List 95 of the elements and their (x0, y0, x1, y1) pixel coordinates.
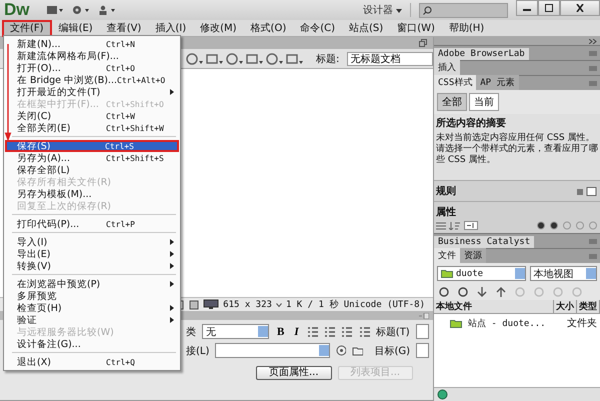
menu-item[interactable]: 站点(S) (342, 20, 390, 36)
menu-item[interactable]: 窗口(W) (390, 20, 442, 36)
mode-toggle[interactable]: 当前 (469, 93, 499, 111)
point-icon[interactable] (336, 345, 346, 356)
menu-item[interactable]: 编辑(E) (52, 20, 100, 36)
set-properties-icon[interactable] (464, 221, 478, 230)
column-header[interactable]: 本地文件 (434, 300, 554, 313)
title-label: 标题: (316, 52, 340, 66)
title-field[interactable]: 无标题文档 (347, 52, 433, 66)
menu-option[interactable]: 新建流体网格布局(F)... (14, 50, 180, 62)
menu-option[interactable]: 保存(S) Ctrl+S (5, 140, 179, 152)
maximize-button[interactable] (538, 0, 560, 16)
menu-item[interactable]: 查看(V) (100, 20, 148, 36)
panel-tab[interactable]: 文件 (434, 248, 460, 263)
submenu-arrow-icon (170, 89, 174, 95)
folder-icon (450, 318, 462, 328)
panel-tab[interactable]: AP 元素 (476, 75, 519, 90)
app-logo: Dw (4, 0, 30, 20)
menu-option[interactable]: 导出(E) (14, 248, 180, 260)
mode-toggle[interactable]: 全部 (437, 93, 467, 111)
view-select[interactable]: 本地视图 (530, 266, 597, 281)
heading-field[interactable] (416, 324, 429, 339)
panel-tab[interactable]: Business Catalyst (434, 236, 534, 248)
caret-icon (396, 9, 402, 13)
submenu-arrow-icon (170, 281, 174, 287)
site-select[interactable]: duote (437, 266, 526, 281)
menu-option[interactable]: 打开最近的文件(T) (14, 86, 180, 98)
layout-icon[interactable] (46, 5, 64, 15)
target-field[interactable] (416, 343, 429, 358)
search-icon (423, 6, 432, 14)
category-view-icon[interactable] (436, 222, 446, 230)
restore-icon[interactable] (419, 39, 427, 47)
menu-option[interactable]: 检查页(H) (14, 302, 180, 314)
menu-item[interactable]: 插入(I) (148, 20, 194, 36)
caret-icon[interactable] (276, 302, 282, 308)
bullet-list-icon[interactable] (306, 326, 318, 336)
menu-option[interactable]: 设计备注(G)... (14, 338, 180, 350)
sort-icon[interactable] (449, 222, 461, 230)
link-label: 接(L) (186, 344, 210, 358)
rules-title: 规则 (436, 184, 456, 198)
menu-option[interactable]: 保存全部(L) (14, 164, 180, 176)
heading-label: 标题(T) (376, 326, 410, 338)
menu-option[interactable]: 转换(V) (14, 260, 180, 272)
download-icon[interactable] (476, 286, 488, 298)
panel-tab[interactable]: 插入 (434, 60, 460, 75)
menu-item[interactable]: 修改(M) (193, 20, 244, 36)
column-header[interactable]: 类型 (577, 300, 600, 313)
status-info: 1 K / 1 秒 Unicode (UTF-8) (286, 298, 425, 311)
window-size[interactable]: 615 x 323 (223, 300, 272, 310)
close-button[interactable] (560, 0, 600, 16)
search-field[interactable] (419, 2, 508, 18)
menu-item[interactable]: 格式(O) (244, 20, 294, 36)
menu-option[interactable]: 多屏预览 (14, 290, 180, 302)
user-icon[interactable] (98, 5, 116, 15)
close-icon (575, 4, 585, 12)
panel-menu-icon[interactable] (419, 312, 429, 318)
folder-icon (441, 269, 453, 278)
menu-option[interactable]: 另存为模板(M)... (14, 188, 180, 200)
summary-title: 所选内容的摘要 (436, 116, 507, 130)
menu-option[interactable]: 退出(X) Ctrl+Q (14, 356, 180, 368)
menu-item[interactable]: 命令(C) (293, 20, 342, 36)
panel-tab[interactable]: CSS样式 (434, 75, 476, 90)
monitor-icon[interactable] (203, 299, 220, 310)
collapse-icon[interactable] (589, 38, 597, 44)
menu-option[interactable]: 验证 (14, 314, 180, 326)
target-label: 目标(G) (374, 344, 410, 358)
link-select[interactable] (215, 343, 330, 358)
class-label: 类 (186, 326, 196, 338)
class-select[interactable]: 无 (202, 324, 270, 339)
menu-option[interactable]: 另存为(A)... Ctrl+Shift+S (14, 152, 180, 164)
menu-option[interactable]: 全部关闭(E) Ctrl+Shift+W (14, 122, 180, 134)
panel-tab[interactable]: Adobe BrowserLab (434, 48, 529, 60)
minimize-button[interactable] (516, 0, 538, 16)
panel-tab[interactable]: 资源 (460, 248, 486, 263)
panel-button[interactable]: 页面属性... (256, 366, 332, 380)
italic-button[interactable]: I (292, 326, 301, 338)
menu-option[interactable]: 打印代码(P)... Ctrl+P (14, 218, 180, 230)
upload-icon[interactable] (495, 286, 507, 298)
properties-title: 属性 (436, 206, 457, 219)
folder-icon[interactable] (352, 346, 363, 356)
file-name[interactable]: 站点 - duote... (468, 316, 546, 330)
maximize-icon (544, 4, 554, 12)
menu-option[interactable]: 在浏览器中预览(P) (14, 278, 180, 290)
tablet-icon[interactable] (189, 300, 200, 310)
view-toggle-icon[interactable] (576, 186, 598, 196)
menu-option[interactable]: 导入(I) (14, 236, 180, 248)
menu-option[interactable]: 打开(O)... Ctrl+O (14, 62, 180, 74)
workspace-switcher[interactable]: 设计器 (354, 3, 411, 17)
file-type: 文件夹 (567, 316, 597, 330)
bold-button[interactable]: B (275, 326, 286, 338)
column-header[interactable]: 大小 (554, 300, 577, 313)
menu-option[interactable]: 在 Bridge 中浏览(B)...Ctrl+Alt+O (14, 74, 180, 86)
menu-option[interactable]: 关闭(C) Ctrl+W (14, 110, 180, 122)
summary-text: 未对当前选定内容应用任何 CSS 属性。请选择一个带样式的元素，查看应用了哪些 CSS 属性。 (436, 133, 598, 166)
menu-item[interactable]: 帮助(H) (442, 20, 492, 36)
